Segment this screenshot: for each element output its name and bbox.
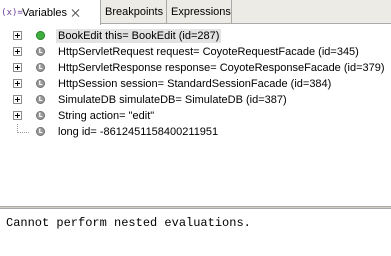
expand-icon[interactable] — [13, 63, 22, 72]
tab-variables-label: Variables — [22, 6, 68, 19]
variables-icon: (x)= — [1, 7, 23, 18]
local-variable-icon: L — [36, 111, 45, 120]
details-text: Cannot perform nested evaluations. — [6, 216, 251, 230]
tab-breakpoints-label: Breakpoints — [105, 6, 164, 18]
tab-expressions-label: Expressions — [171, 6, 231, 18]
variable-row[interactable]: L HttpServletRequest request= CoyoteRequ… — [0, 44, 391, 60]
variable-label: String action= "edit" — [58, 110, 155, 122]
public-field-icon — [36, 31, 45, 40]
tree-line — [17, 132, 29, 134]
local-variable-icon: L — [36, 95, 45, 104]
variable-label: BookEdit this= BookEdit (id=287) — [56, 29, 222, 43]
expand-icon[interactable] — [13, 31, 22, 40]
variable-row[interactable]: L HttpServletResponse response= CoyoteRe… — [0, 60, 391, 76]
view-tab-bar: (x)= Variables Breakpoints Expressions — [0, 0, 391, 25]
variable-label: SimulateDB simulateDB= SimulateDB (id=38… — [58, 94, 287, 106]
local-variable-icon: L — [36, 127, 45, 136]
local-variable-icon: L — [36, 79, 45, 88]
variable-row[interactable]: L SimulateDB simulateDB= SimulateDB (id=… — [0, 92, 391, 108]
variable-row[interactable]: BookEdit this= BookEdit (id=287) — [0, 28, 391, 44]
expand-icon[interactable] — [13, 95, 22, 104]
variable-row[interactable]: L String action= "edit" — [0, 108, 391, 124]
expand-icon[interactable] — [13, 79, 22, 88]
tab-variables[interactable]: (x)= Variables — [0, 0, 101, 25]
details-pane[interactable]: Cannot perform nested evaluations. — [0, 209, 391, 256]
tab-breakpoints[interactable]: Breakpoints — [101, 0, 167, 24]
variable-row[interactable]: L HttpSession session= StandardSessionFa… — [0, 76, 391, 92]
variable-label: HttpSession session= StandardSessionFaca… — [58, 78, 332, 90]
tab-expressions[interactable]: Expressions — [167, 0, 232, 24]
variable-label: HttpServletResponse response= CoyoteResp… — [58, 62, 385, 74]
expand-icon[interactable] — [13, 111, 22, 120]
variable-row[interactable]: L long id= -8612451158400211951 — [0, 124, 391, 140]
variable-label: long id= -8612451158400211951 — [58, 126, 219, 138]
local-variable-icon: L — [36, 47, 45, 56]
expand-icon[interactable] — [13, 47, 22, 56]
local-variable-icon: L — [36, 63, 45, 72]
close-icon[interactable] — [71, 8, 81, 18]
variable-label: HttpServletRequest request= CoyoteReques… — [58, 46, 359, 58]
variables-tree[interactable]: BookEdit this= BookEdit (id=287) L HttpS… — [0, 24, 391, 206]
